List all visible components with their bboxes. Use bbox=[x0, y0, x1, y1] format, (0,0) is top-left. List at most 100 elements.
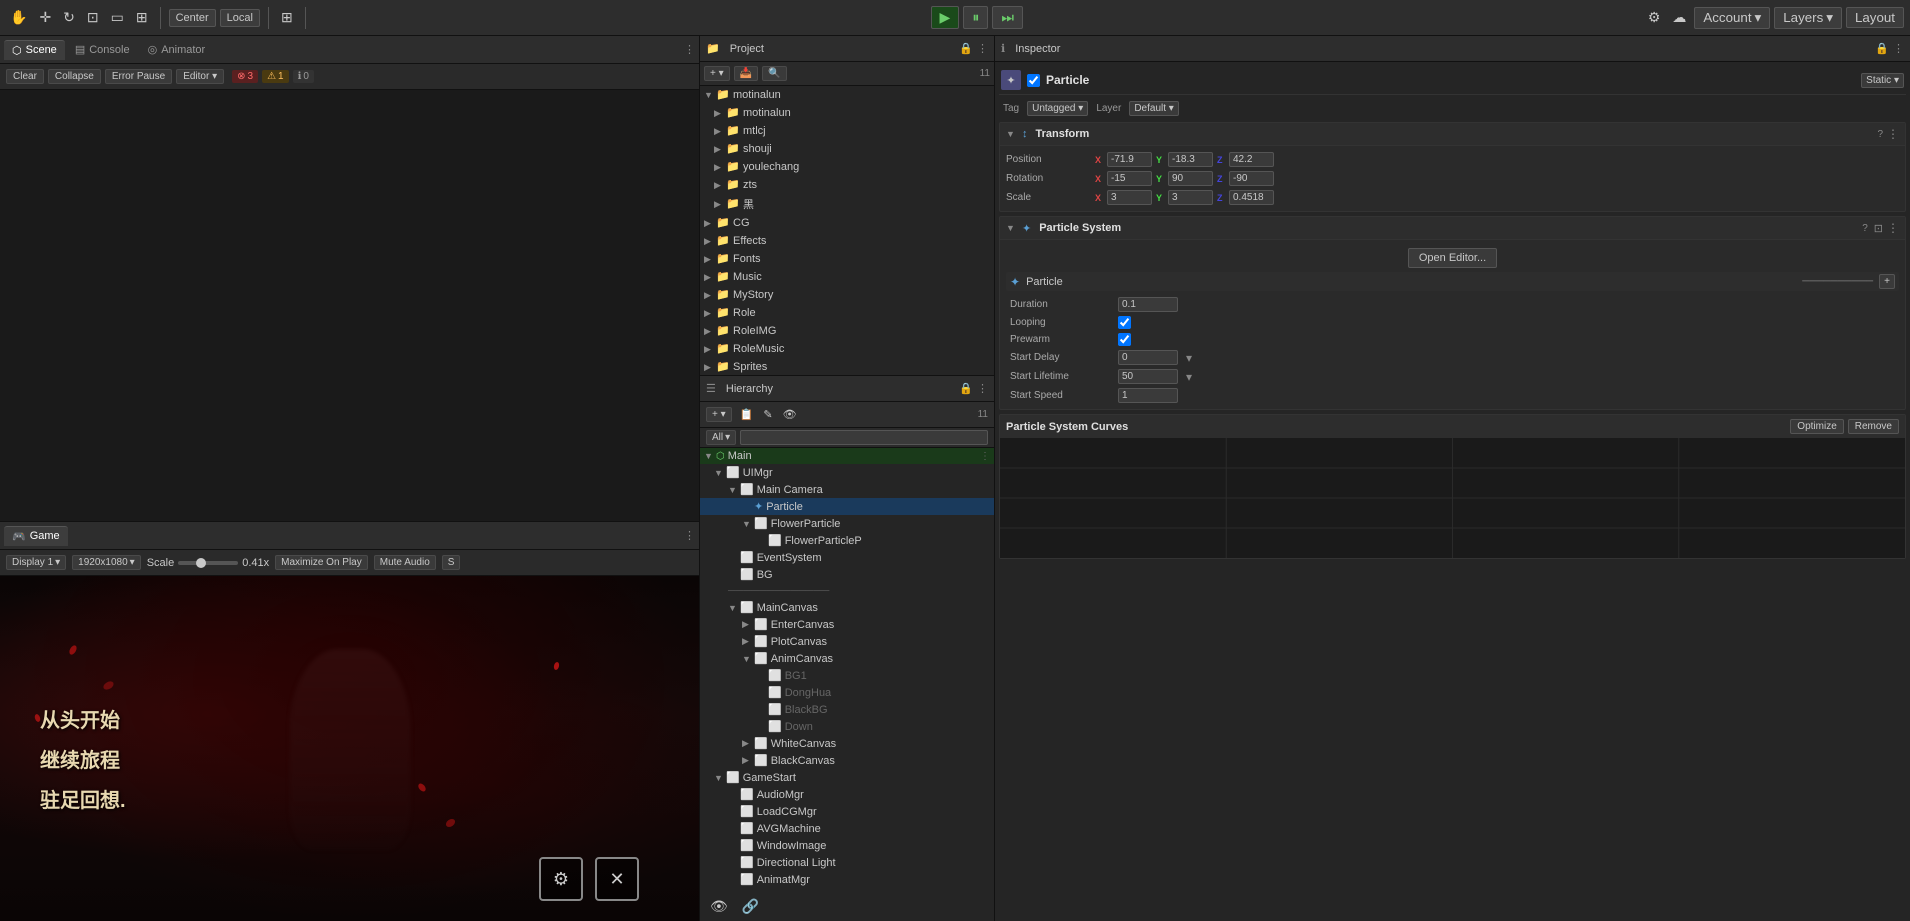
tab-animator[interactable]: ◎ Animator bbox=[140, 40, 214, 59]
list-item[interactable]: ⬜ EventSystem bbox=[700, 549, 994, 566]
list-item[interactable]: ⬜ BG1 bbox=[700, 667, 994, 684]
list-item[interactable]: ▶ 📁 Role bbox=[700, 304, 994, 322]
list-item[interactable]: ▼ ⬜ MainCanvas bbox=[700, 599, 994, 616]
cloud-icon-btn[interactable]: ☁ bbox=[1668, 7, 1690, 28]
list-item[interactable]: ▶ 📁 MyStory bbox=[700, 286, 994, 304]
pause-button[interactable]: ⏸ bbox=[963, 6, 988, 29]
settings-icon-btn[interactable]: ⚙ bbox=[1644, 7, 1665, 28]
list-item[interactable]: ▶ 📁 Sprites bbox=[700, 358, 994, 375]
hierarchy-tab-label[interactable]: Hierarchy bbox=[720, 381, 779, 397]
inspector-lock-icon[interactable]: 🔒 bbox=[1875, 42, 1889, 55]
list-item[interactable]: ▶ 📁 zts bbox=[700, 176, 994, 194]
layer-dropdown[interactable]: Default ▾ bbox=[1129, 101, 1179, 116]
move-tool-btn[interactable]: ✛ bbox=[35, 7, 55, 28]
game-view[interactable]: 从头开始 继续旅程 驻足回想. ⚙ ✕ bbox=[0, 576, 699, 921]
start-delay-input[interactable] bbox=[1118, 350, 1178, 365]
looping-checkbox[interactable] bbox=[1118, 316, 1131, 329]
layout-button[interactable]: Layout bbox=[1846, 7, 1904, 28]
start-lifetime-arrow[interactable]: ▾ bbox=[1186, 370, 1192, 384]
clear-button[interactable]: Clear bbox=[6, 69, 44, 84]
ps-info-icon[interactable]: ? bbox=[1862, 223, 1868, 234]
tab-more-btn[interactable]: ⋮ bbox=[684, 43, 695, 56]
local-btn[interactable]: Local bbox=[220, 9, 260, 27]
hierarchy-search-input[interactable] bbox=[740, 430, 988, 445]
stats-btn[interactable]: S bbox=[442, 555, 461, 570]
rect-tool-btn[interactable]: ▭ bbox=[107, 7, 128, 28]
project-tab-label[interactable]: Project bbox=[724, 41, 770, 57]
hierarchy-icon2-btn[interactable]: ✎ bbox=[759, 406, 776, 423]
display-dropdown[interactable]: Display 1 ▾ bbox=[6, 555, 66, 570]
list-item[interactable]: ▶ 📁 Fonts bbox=[700, 250, 994, 268]
hierarchy-icon3-btn[interactable]: 👁 bbox=[779, 406, 801, 423]
rot-x-input[interactable] bbox=[1107, 171, 1152, 186]
optimize-button[interactable]: Optimize bbox=[1790, 419, 1843, 434]
game-tab-more-btn[interactable]: ⋮ bbox=[684, 529, 695, 542]
ps-add-btn[interactable]: + bbox=[1879, 274, 1895, 289]
project-more-icon[interactable]: ⋮ bbox=[977, 42, 988, 55]
layers-button[interactable]: Layers ▾ bbox=[1774, 7, 1842, 29]
scale-z-input[interactable] bbox=[1229, 190, 1274, 205]
all-filter-btn[interactable]: All ▾ bbox=[706, 430, 736, 445]
tab-game[interactable]: 🎮 Game bbox=[4, 526, 68, 546]
list-item[interactable]: ▶ 📁 Music bbox=[700, 268, 994, 286]
object-name-field[interactable]: Particle bbox=[1046, 73, 1855, 87]
transform-info-icon[interactable]: ? bbox=[1877, 129, 1883, 140]
project-icon1-btn[interactable]: 📥 bbox=[734, 66, 758, 81]
list-item[interactable]: ▼ ⬡ Main ⋮ bbox=[700, 448, 994, 464]
list-item[interactable]: ⬜ AudioMgr bbox=[700, 786, 994, 803]
object-active-checkbox[interactable] bbox=[1027, 74, 1040, 87]
pos-z-input[interactable] bbox=[1229, 152, 1274, 167]
rot-y-input[interactable] bbox=[1168, 171, 1213, 186]
project-add-btn[interactable]: + ▾ bbox=[704, 66, 730, 81]
scene-view[interactable] bbox=[0, 90, 699, 521]
close-game-btn[interactable]: ✕ bbox=[595, 857, 639, 901]
start-speed-input[interactable] bbox=[1118, 388, 1178, 403]
list-item[interactable]: ⬜ Down bbox=[700, 718, 994, 735]
step-button[interactable]: ⏭ bbox=[992, 6, 1023, 29]
mute-audio-btn[interactable]: Mute Audio bbox=[374, 555, 436, 570]
list-item[interactable]: ▼ ⬜ GameStart bbox=[700, 769, 994, 786]
list-item[interactable]: ▶ 📁 youlechang bbox=[700, 158, 994, 176]
pos-y-input[interactable] bbox=[1168, 152, 1213, 167]
hierarchy-more-icon[interactable]: ⋮ bbox=[977, 382, 988, 395]
center-btn[interactable]: Center bbox=[169, 9, 216, 27]
list-item[interactable]: ⬜ AVGMachine bbox=[700, 820, 994, 837]
prewarm-checkbox[interactable] bbox=[1118, 333, 1131, 346]
ps-more-icon[interactable]: ⋮ bbox=[1887, 221, 1899, 235]
scale-y-input[interactable] bbox=[1168, 190, 1213, 205]
main-more-icon[interactable]: ⋮ bbox=[980, 451, 990, 462]
tag-dropdown[interactable]: Untagged ▾ bbox=[1027, 101, 1088, 116]
maximize-on-play-btn[interactable]: Maximize On Play bbox=[275, 555, 368, 570]
list-item[interactable]: ▶ 📁 mtlcj bbox=[700, 122, 994, 140]
open-editor-button[interactable]: Open Editor... bbox=[1408, 248, 1497, 268]
list-item[interactable]: ▶ ⬜ WhiteCanvas bbox=[700, 735, 994, 752]
list-item[interactable]: ▶ 📁 RoleMusic bbox=[700, 340, 994, 358]
start-delay-arrow[interactable]: ▾ bbox=[1186, 351, 1192, 365]
list-item[interactable]: ▶ 📁 motinalun bbox=[700, 104, 994, 122]
scale-x-input[interactable] bbox=[1107, 190, 1152, 205]
scale-track[interactable] bbox=[178, 561, 238, 565]
duration-input[interactable] bbox=[1118, 297, 1178, 312]
scale-tool-btn[interactable]: ⊡ bbox=[83, 7, 103, 28]
inspector-more-icon[interactable]: ⋮ bbox=[1893, 42, 1904, 55]
list-item[interactable]: ▼ 📁 motinalun bbox=[700, 86, 994, 104]
account-button[interactable]: Account ▾ bbox=[1694, 7, 1770, 29]
list-item[interactable]: ⬜ Directional Light bbox=[700, 854, 994, 871]
grid-btn[interactable]: ⊞ bbox=[277, 7, 297, 28]
error-pause-button[interactable]: Error Pause bbox=[105, 69, 172, 84]
list-item[interactable]: ⬜ BG bbox=[700, 566, 994, 583]
list-item[interactable]: ▼ ⬜ Main Camera bbox=[700, 481, 994, 498]
hierarchy-bottom-icon2[interactable]: 🔗 bbox=[738, 896, 763, 917]
list-item[interactable]: ▶ 📁 Effects bbox=[700, 232, 994, 250]
list-item[interactable]: ✦ Particle bbox=[700, 498, 994, 515]
collapse-button[interactable]: Collapse bbox=[48, 69, 101, 84]
list-item[interactable]: ▶ ⬜ EnterCanvas bbox=[700, 616, 994, 633]
remove-button[interactable]: Remove bbox=[1848, 419, 1899, 434]
hierarchy-lock-icon[interactable]: 🔒 bbox=[959, 382, 973, 395]
list-item[interactable]: ▼ ⬜ UIMgr bbox=[700, 464, 994, 481]
list-item[interactable]: ▶ 📁 shouji bbox=[700, 140, 994, 158]
transform-more-icon[interactable]: ⋮ bbox=[1887, 127, 1899, 141]
resolution-dropdown[interactable]: 1920x1080 ▾ bbox=[72, 555, 141, 570]
list-item[interactable]: ▶ ⬜ BlackCanvas bbox=[700, 752, 994, 769]
list-item[interactable]: ▶ ⬜ PlotCanvas bbox=[700, 633, 994, 650]
